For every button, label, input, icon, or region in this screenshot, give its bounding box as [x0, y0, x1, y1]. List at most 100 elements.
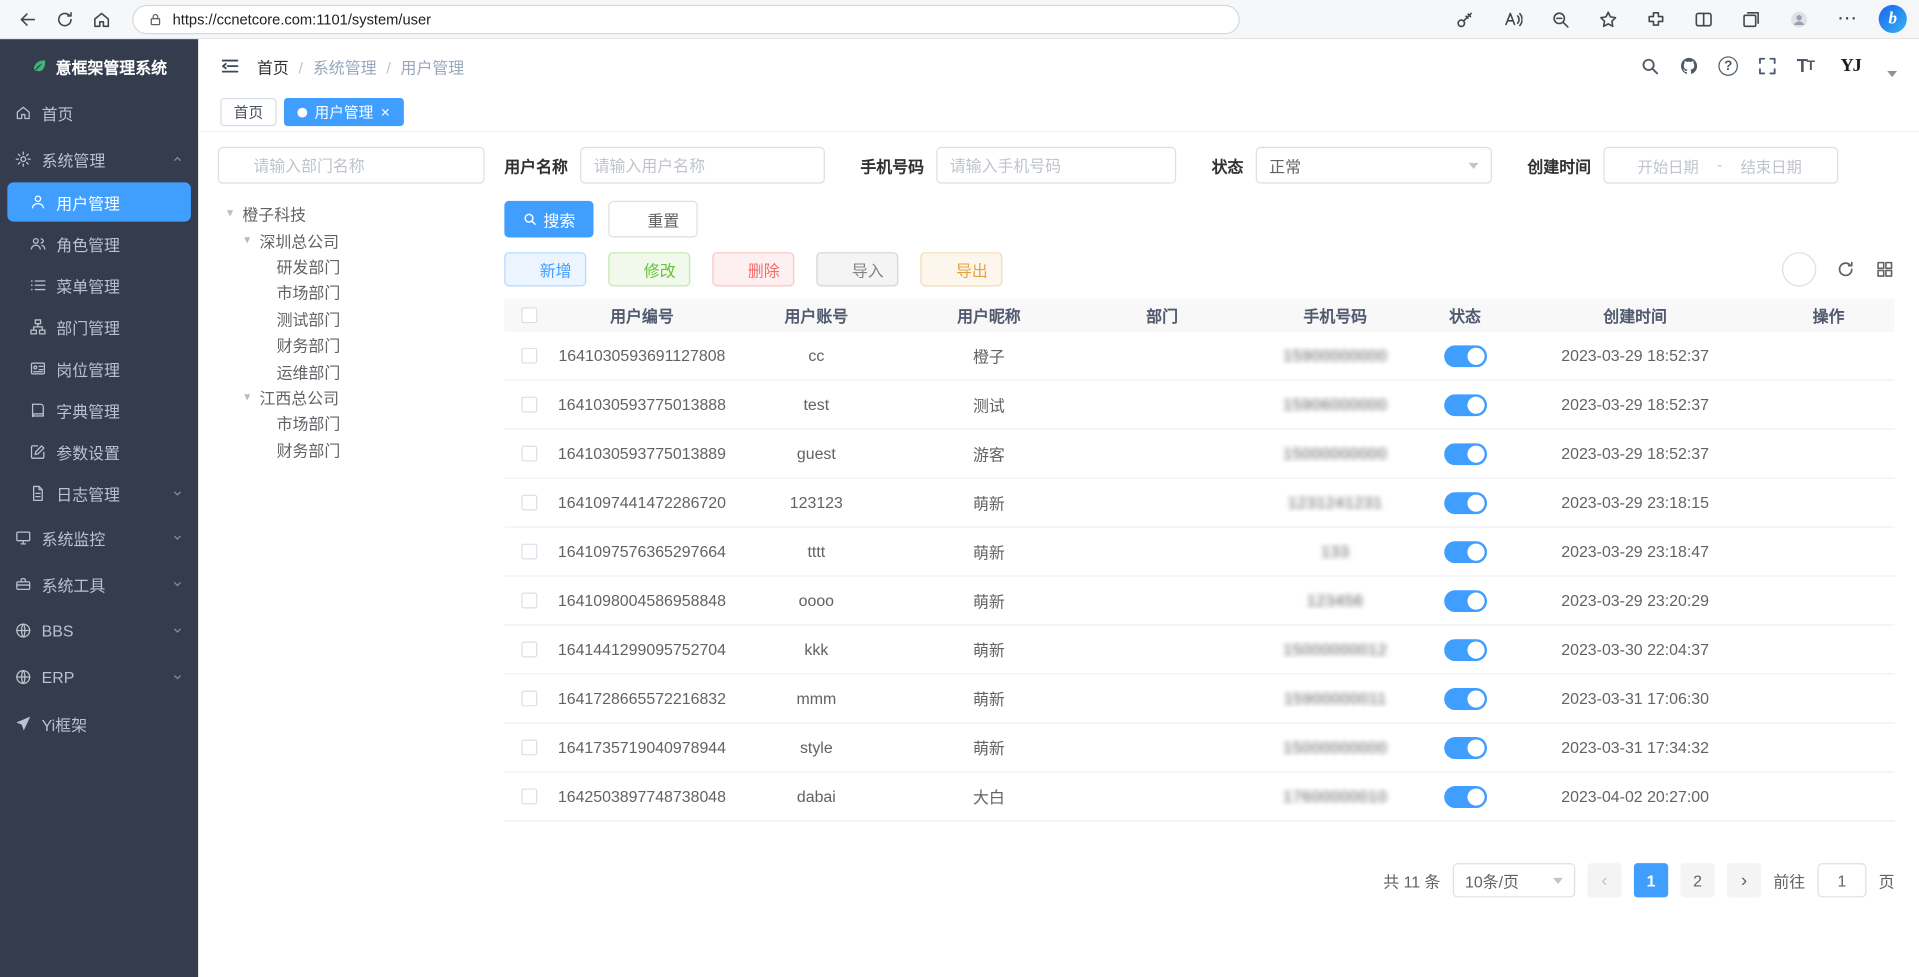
- password-key-icon[interactable]: [1449, 3, 1481, 35]
- sidebar-item-monitor[interactable]: 系统监控: [0, 514, 198, 561]
- reset-password-key-icon[interactable]: [1833, 396, 1850, 413]
- add-button[interactable]: 新增: [504, 252, 586, 286]
- goto-page-input[interactable]: [1817, 863, 1866, 897]
- row-checkbox[interactable]: [521, 397, 537, 413]
- delete-row-icon[interactable]: [1806, 494, 1823, 511]
- reset-password-key-icon[interactable]: [1833, 788, 1850, 805]
- status-toggle[interactable]: [1444, 736, 1487, 758]
- status-toggle[interactable]: [1444, 541, 1487, 563]
- reset-password-key-icon[interactable]: [1833, 445, 1850, 462]
- reset-password-key-icon[interactable]: [1833, 690, 1850, 707]
- date-range-picker[interactable]: 开始日期 - 结束日期: [1603, 147, 1838, 184]
- font-size-icon[interactable]: [1797, 56, 1814, 77]
- refresh-table-icon[interactable]: [1836, 260, 1856, 280]
- sidebar-item-post-mgmt[interactable]: 岗位管理: [0, 348, 198, 390]
- collections-icon[interactable]: [1735, 3, 1767, 35]
- fullscreen-icon[interactable]: [1758, 56, 1778, 76]
- split-screen-icon[interactable]: [1688, 3, 1720, 35]
- reset-password-key-icon[interactable]: [1833, 739, 1850, 756]
- next-page-button[interactable]: [1727, 863, 1761, 897]
- tree-node[interactable]: 深圳总公司: [218, 227, 485, 253]
- tree-node[interactable]: 财务部门: [218, 332, 485, 358]
- sidebar-item-dept-mgmt[interactable]: 部门管理: [0, 306, 198, 348]
- delete-row-icon[interactable]: [1806, 445, 1823, 462]
- prev-page-button[interactable]: [1587, 863, 1621, 897]
- edit-row-icon[interactable]: [1780, 396, 1797, 413]
- assign-role-check-icon[interactable]: [1860, 739, 1877, 756]
- status-select[interactable]: 正常: [1256, 147, 1492, 184]
- delete-row-icon[interactable]: [1806, 739, 1823, 756]
- row-checkbox[interactable]: [521, 739, 537, 755]
- sidebar-item-home[interactable]: 首页: [0, 88, 198, 137]
- more-options-icon[interactable]: [1831, 3, 1863, 35]
- sidebar-item-erp[interactable]: ERP: [0, 654, 198, 701]
- reset-password-key-icon[interactable]: [1833, 641, 1850, 658]
- profile-avatar-icon[interactable]: [1783, 3, 1815, 35]
- assign-role-check-icon[interactable]: [1860, 445, 1877, 462]
- assign-role-check-icon[interactable]: [1860, 788, 1877, 805]
- page-size-select[interactable]: 10条/页: [1453, 863, 1575, 897]
- caret-down-icon[interactable]: [240, 233, 255, 246]
- assign-role-check-icon[interactable]: [1860, 396, 1877, 413]
- tree-node[interactable]: 橙子科技: [218, 201, 485, 227]
- assign-role-check-icon[interactable]: [1860, 592, 1877, 609]
- page-button-1[interactable]: 1: [1634, 863, 1668, 897]
- caret-down-icon[interactable]: [223, 207, 238, 220]
- reset-password-key-icon[interactable]: [1833, 494, 1850, 511]
- tree-node[interactable]: 市场部门: [218, 279, 485, 305]
- edit-row-icon[interactable]: [1780, 543, 1797, 560]
- status-toggle[interactable]: [1444, 590, 1487, 612]
- sidebar-item-tools[interactable]: 系统工具: [0, 561, 198, 608]
- delete-row-icon[interactable]: [1806, 641, 1823, 658]
- sidebar-item-bbs[interactable]: BBS: [0, 607, 198, 654]
- sidebar-item-role-mgmt[interactable]: 角色管理: [0, 223, 198, 265]
- assign-role-check-icon[interactable]: [1860, 494, 1877, 511]
- import-button[interactable]: 导入: [816, 252, 898, 286]
- user-avatar[interactable]: YJ: [1833, 50, 1867, 82]
- delete-row-icon[interactable]: [1806, 788, 1823, 805]
- column-settings-icon[interactable]: [1875, 260, 1895, 280]
- edit-row-icon[interactable]: [1780, 494, 1797, 511]
- select-all-checkbox[interactable]: [521, 307, 537, 323]
- reset-password-key-icon[interactable]: [1833, 592, 1850, 609]
- export-button[interactable]: 导出: [920, 252, 1002, 286]
- row-checkbox[interactable]: [521, 544, 537, 560]
- row-checkbox[interactable]: [521, 788, 537, 804]
- sidebar-item-param-settings[interactable]: 参数设置: [0, 431, 198, 473]
- status-toggle[interactable]: [1444, 638, 1487, 660]
- status-toggle[interactable]: [1444, 492, 1487, 514]
- edit-row-icon[interactable]: [1780, 445, 1797, 462]
- page-button-2[interactable]: 2: [1680, 863, 1714, 897]
- edit-row-icon[interactable]: [1780, 739, 1797, 756]
- sidebar-item-menu-mgmt[interactable]: 菜单管理: [0, 264, 198, 306]
- toggle-search-icon[interactable]: [1782, 252, 1816, 286]
- tree-node[interactable]: 江西总公司: [218, 384, 485, 410]
- row-checkbox[interactable]: [521, 495, 537, 511]
- status-toggle[interactable]: [1444, 443, 1487, 465]
- edit-button[interactable]: 修改: [608, 252, 690, 286]
- search-icon[interactable]: [1640, 56, 1660, 76]
- breadcrumb-item[interactable]: 系统管理: [313, 54, 391, 77]
- home-icon[interactable]: [86, 3, 118, 35]
- read-aloud-icon[interactable]: [1497, 3, 1529, 35]
- address-bar[interactable]: https://ccnetcore.com:1101/system/user: [132, 4, 1240, 33]
- username-input[interactable]: [580, 147, 825, 184]
- tree-node[interactable]: 测试部门: [218, 306, 485, 332]
- sidebar-item-log-mgmt[interactable]: 日志管理: [0, 473, 198, 515]
- site-info-lock-icon[interactable]: [148, 12, 163, 27]
- row-checkbox[interactable]: [521, 691, 537, 707]
- favorites-add-icon[interactable]: [1592, 3, 1624, 35]
- refresh-icon[interactable]: [49, 3, 81, 35]
- delete-row-icon[interactable]: [1806, 543, 1823, 560]
- dept-search-input[interactable]: [218, 147, 485, 184]
- tab-home[interactable]: 首页: [220, 98, 276, 126]
- reset-password-key-icon[interactable]: [1833, 543, 1850, 560]
- sidebar-item-user-mgmt[interactable]: 用户管理: [7, 182, 191, 221]
- phone-input[interactable]: [936, 147, 1176, 184]
- edit-row-icon[interactable]: [1780, 788, 1797, 805]
- assign-role-check-icon[interactable]: [1860, 641, 1877, 658]
- help-icon[interactable]: [1718, 56, 1738, 76]
- row-checkbox[interactable]: [521, 348, 537, 364]
- delete-row-icon[interactable]: [1806, 396, 1823, 413]
- sidebar-item-yi-framework[interactable]: Yi框架: [0, 700, 198, 747]
